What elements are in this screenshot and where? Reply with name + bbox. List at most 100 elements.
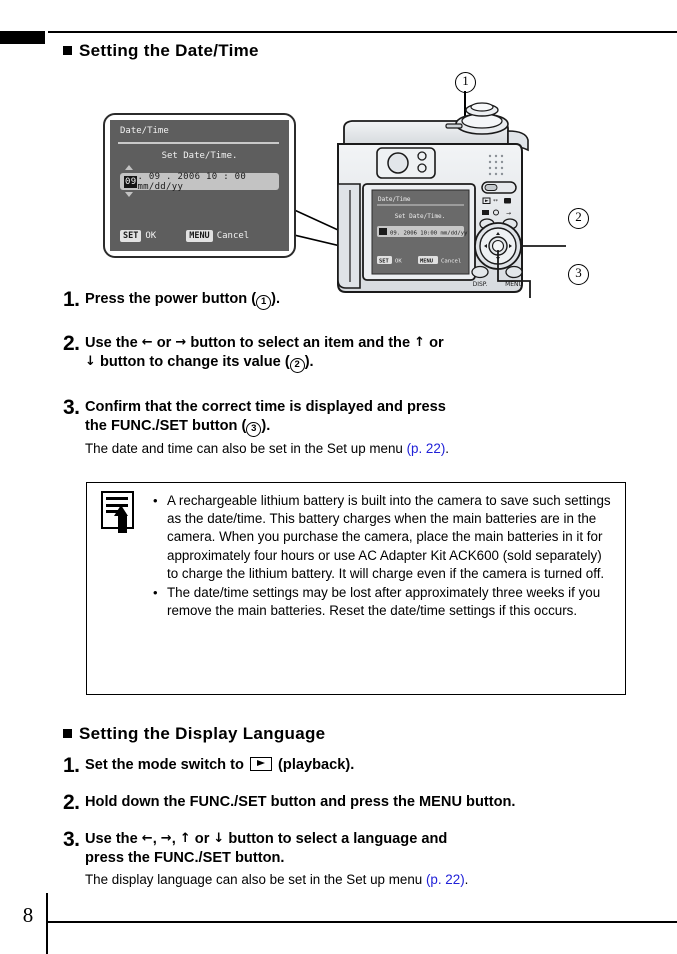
enlarged-lcd-panel: Date/Time Set Date/Time. 09. 09 . 2006 1… — [103, 113, 296, 258]
lcd-date-selected-segment[interactable]: 09 — [124, 175, 138, 188]
note-pencil-icon — [101, 491, 139, 533]
note-bullet-icon: • — [153, 493, 158, 508]
arrow-right-icon: → — [160, 831, 172, 846]
svg-text:DISP.: DISP. — [473, 281, 488, 288]
heading-square-icon — [63, 46, 72, 55]
step-subtext-part: . — [464, 872, 469, 887]
lcd-date-field[interactable]: 09. 09 . 2006 10 : 00 mm/dd/yy — [120, 171, 279, 192]
step-text: Confirm that the correct time is display… — [85, 398, 623, 437]
step-date-time-1: 1. Press the power button (1). — [63, 288, 643, 311]
camera-illustration: 1 2 3 Date/Time Set Date/Time. 09. 09 . … — [0, 60, 677, 298]
step-text-part: button to change its value ( — [95, 354, 290, 370]
svg-text:MENU: MENU — [420, 259, 433, 265]
step-text-part: or — [190, 831, 214, 847]
step-text-part: Use the — [85, 335, 142, 351]
step-text-part: , — [171, 831, 180, 847]
arrow-down-icon: ↓ — [213, 831, 225, 846]
page-reference-link[interactable]: (p. 22) — [426, 872, 465, 887]
note-doc-line — [106, 497, 128, 501]
step-text: Use the ← or → button to select an item … — [85, 334, 623, 373]
lcd-title-rule — [118, 142, 279, 144]
step-number: 1. — [63, 754, 80, 777]
step-text-part: press the FUNC./SET button. — [85, 850, 285, 866]
step-number: 1. — [63, 288, 80, 311]
step-text-part: Use the — [85, 831, 142, 847]
step-text-part: ). — [261, 418, 271, 434]
section-heading-display-language-label: Setting the Display Language — [79, 724, 326, 743]
lcd-down-caret-icon — [125, 192, 133, 197]
page-top-rule — [48, 31, 677, 33]
page-reference-link[interactable]: (p. 22) — [407, 441, 446, 456]
lcd-menu-label: Cancel — [216, 231, 250, 241]
svg-text:**: ** — [493, 199, 499, 205]
step-date-time-2: 2. Use the ← or → button to select an it… — [63, 332, 623, 373]
lcd-footer: SET OK MENU Cancel — [120, 230, 279, 242]
inline-callout-2: 2 — [289, 358, 305, 373]
svg-text:09. 2006 10:00 mm/dd/yy: 09. 2006 10:00 mm/dd/yy — [390, 231, 468, 237]
svg-text:Cancel: Cancel — [441, 259, 461, 265]
note-bullet-icon: • — [153, 585, 158, 601]
step-subtext: The display language can also be set in … — [85, 871, 643, 889]
arrow-down-icon: ↓ — [85, 354, 96, 369]
arrow-left-icon: ← — [141, 335, 153, 350]
page-number: 8 — [22, 903, 34, 927]
svg-text:SET: SET — [379, 259, 389, 265]
step-subtext-part: The date and time can also be set in the… — [85, 441, 407, 456]
svg-text:Set Date/Time.: Set Date/Time. — [395, 213, 446, 220]
inline-callout-1: 1 — [256, 295, 272, 310]
step-text-part: button to select an item and the — [186, 335, 415, 351]
step-text-part: (playback). — [273, 757, 355, 773]
inline-callout-3: 3 — [246, 422, 262, 437]
svg-text:MENU: MENU — [505, 281, 523, 288]
note-list: • A rechargeable lithium battery is buil… — [153, 483, 625, 694]
step-text-part: Confirm that the correct time is display… — [85, 399, 446, 415]
step-text: Set the mode switch to (playback). — [85, 756, 643, 775]
svg-text:OK: OK — [395, 259, 402, 265]
arrow-left-icon: ← — [141, 831, 153, 846]
lcd-menu-key-badge: MENU — [186, 230, 213, 242]
lcd-date-rest: . 09 . 2006 10 : 00 mm/dd/yy — [137, 171, 247, 192]
step-number: 3. — [63, 828, 80, 851]
note-item-text: The date/time settings may be lost after… — [167, 585, 601, 619]
callout-marker-1: 1 — [455, 72, 476, 93]
camera-rear-view: Date/Time Set Date/Time. 09. 2006 10:00 … — [337, 102, 566, 298]
lcd-title: Date/Time — [120, 126, 169, 136]
page-bottom-rule — [48, 921, 677, 923]
step-text-part: ). — [271, 291, 281, 307]
playback-icon — [249, 757, 272, 771]
section-heading-display-language: Setting the Display Language — [63, 724, 325, 744]
lcd-set-label: OK — [145, 231, 157, 241]
step-subtext: The date and time can also be set in the… — [85, 440, 623, 458]
step-date-time-3: 3. Confirm that the correct time is disp… — [63, 397, 623, 458]
step-text-part: or — [152, 335, 176, 351]
heading-square-icon — [63, 729, 72, 738]
step-number: 2. — [63, 791, 80, 814]
step-language-2: 2. Hold down the FUNC./SET button and pr… — [63, 791, 663, 814]
section-heading-date-time: Setting the Date/Time — [63, 41, 259, 61]
section-heading-date-time-label: Setting the Date/Time — [79, 41, 259, 60]
page-edge-tab — [0, 31, 45, 44]
step-text-part: the FUNC./SET button ( — [85, 418, 247, 434]
step-text-part: button to select a language and — [224, 831, 448, 847]
note-item: • The date/time settings may be lost aft… — [153, 584, 611, 620]
step-text: Press the power button (1). — [85, 290, 643, 310]
step-language-1: 1. Set the mode switch to (playback). — [63, 754, 643, 777]
lcd-screen: Date/Time Set Date/Time. 09. 09 . 2006 1… — [110, 120, 289, 251]
step-text-part: Set the mode switch to — [85, 757, 248, 773]
note-pencil-body — [118, 515, 127, 533]
note-item: • A rechargeable lithium battery is buil… — [153, 492, 611, 583]
step-subtext-part: . — [445, 441, 450, 456]
step-number: 2. — [63, 332, 80, 355]
svg-text:Date/Time: Date/Time — [378, 196, 411, 203]
arrow-right-icon: → — [175, 335, 187, 350]
note-box: • A rechargeable lithium battery is buil… — [86, 482, 626, 695]
lcd-up-caret-icon — [125, 165, 133, 170]
step-subtext-part: The display language can also be set in … — [85, 872, 426, 887]
page-footer-vertical-rule — [46, 893, 48, 954]
lcd-subtitle: Set Date/Time. — [161, 151, 238, 161]
step-language-3: 3. Use the ←, →, ↑ or ↓ button to select… — [63, 828, 643, 889]
step-text-part: , — [152, 831, 161, 847]
step-text-part: Press the power button ( — [85, 291, 257, 307]
lcd-set-key-badge: SET — [120, 230, 142, 242]
note-item-text: A rechargeable lithium battery is built … — [167, 493, 611, 581]
